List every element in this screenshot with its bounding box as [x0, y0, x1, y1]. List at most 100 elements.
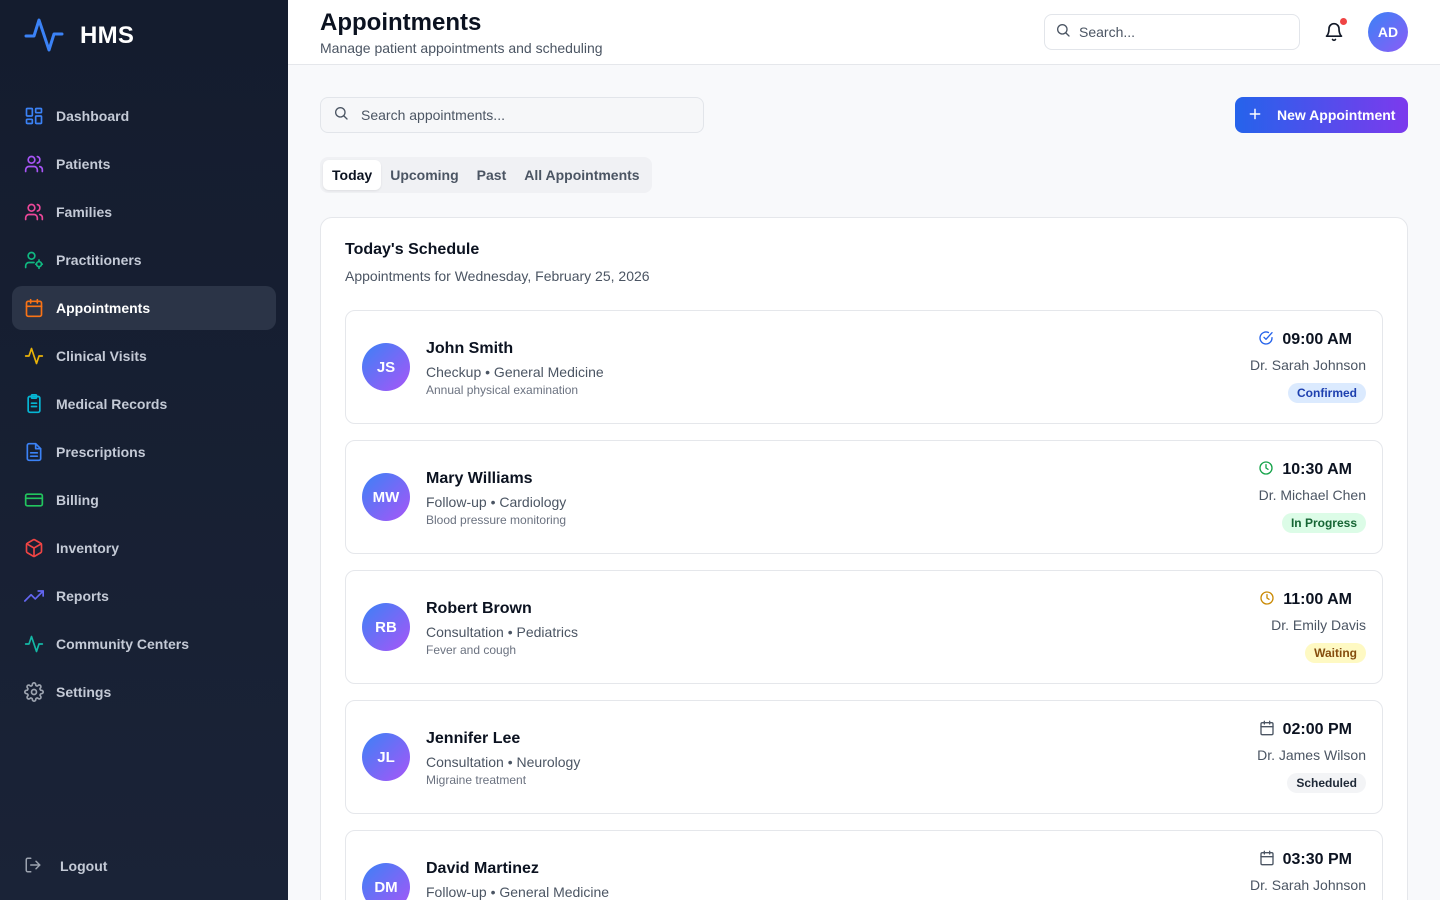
patient-name: Mary Williams: [426, 470, 533, 487]
clock-icon: [1259, 590, 1275, 611]
sidebar-item-label: Dashboard: [56, 108, 130, 124]
sidebar-item-label: Appointments: [56, 300, 151, 316]
sidebar-item-label: Settings: [56, 684, 112, 700]
appointment-type: Consultation • Neurology: [426, 754, 581, 770]
sidebar-item-label: Patients: [56, 156, 111, 172]
sidebar-item-prescriptions[interactable]: Prescriptions: [12, 430, 276, 474]
global-search[interactable]: [1044, 14, 1300, 50]
user-cog-icon: [24, 250, 44, 270]
sidebar-item-label: Practitioners: [56, 252, 142, 268]
sidebar-item-settings[interactable]: Settings: [12, 670, 276, 714]
appointment-note: Migraine treatment: [426, 773, 527, 787]
sidebar-item-reports[interactable]: Reports: [12, 574, 276, 618]
sidebar-item-billing[interactable]: Billing: [12, 478, 276, 522]
brand[interactable]: HMS: [24, 16, 134, 56]
patient-name: Jennifer Lee: [426, 730, 521, 747]
schedule-card: Today's Schedule Appointments for Wednes…: [320, 217, 1408, 900]
doctor-name: Dr. Sarah Johnson: [1250, 877, 1366, 893]
status-badge: Scheduled: [1287, 773, 1366, 793]
doctor-name: Dr. Michael Chen: [1258, 487, 1366, 503]
activity-logo-icon: [24, 14, 64, 59]
logout-button[interactable]: Logout: [24, 854, 107, 878]
sidebar-item-medical-records[interactable]: Medical Records: [12, 382, 276, 426]
plus-icon: [1247, 106, 1263, 125]
appointment-time: 03:30 PM: [1282, 851, 1352, 868]
search-icon: [1055, 22, 1071, 43]
sidebar-item-community-centers[interactable]: Community Centers: [12, 622, 276, 666]
appointment-search[interactable]: [320, 97, 704, 133]
sidebar-item-dashboard[interactable]: Dashboard: [12, 94, 276, 138]
appointment-meta: 03:30 PM Dr. Sarah Johnson: [1250, 849, 1366, 893]
sidebar-item-label: Reports: [56, 588, 109, 604]
appointment-time-row: 09:00 AM: [1258, 329, 1366, 351]
patient-avatar: JL: [362, 733, 410, 781]
appointment-card[interactable]: MW Mary Williams Follow-up • Cardiology Blo…: [345, 440, 1383, 554]
appointment-time: 09:00 AM: [1282, 331, 1352, 348]
appointment-time-row: 11:00 AM: [1259, 589, 1366, 611]
appointment-tabs: Today Upcoming Past All Appointments: [320, 157, 652, 193]
appointment-meta: 10:30 AM Dr. Michael Chen In Progress: [1258, 459, 1366, 533]
sidebar-item-label: Families: [56, 204, 113, 220]
page-subtitle: Manage patient appointments and scheduli…: [320, 40, 603, 56]
patient-name: Robert Brown: [426, 600, 532, 617]
users-icon: [24, 154, 44, 174]
tab-today[interactable]: Today: [323, 160, 382, 190]
calendar-icon: [1259, 850, 1275, 871]
appointment-note: Fever and cough: [426, 643, 517, 657]
package-icon: [24, 538, 44, 558]
appointment-card[interactable]: RB Robert Brown Consultation • Pediatrics F…: [345, 570, 1383, 684]
page-title: Appointments: [320, 9, 482, 36]
file-text-icon: [24, 442, 44, 462]
appointment-time-row: 03:30 PM: [1259, 849, 1366, 871]
appointment-card[interactable]: JS John Smith Checkup • General Medicine An…: [345, 310, 1383, 424]
patient-avatar: DM: [362, 863, 410, 900]
logout-icon: [24, 856, 42, 877]
logout-label: Logout: [60, 858, 108, 874]
appointment-type: Follow-up • General Medicine: [426, 884, 610, 900]
user-avatar[interactable]: AD: [1368, 12, 1408, 52]
appointment-time-row: 02:00 PM: [1259, 719, 1366, 741]
appointment-time-row: 10:30 AM: [1258, 459, 1366, 481]
users-icon: [24, 202, 44, 222]
appointment-meta: 11:00 AM Dr. Emily Davis Waiting: [1259, 589, 1366, 663]
sidebar-item-families[interactable]: Families: [12, 190, 276, 234]
status-badge: In Progress: [1281, 513, 1366, 533]
global-search-input[interactable]: [1079, 24, 1279, 40]
patient-name: John Smith: [426, 340, 514, 357]
appointment-note: Annual physical examination: [426, 383, 579, 397]
sidebar-item-label: Inventory: [56, 540, 120, 556]
doctor-name: Dr. Sarah Johnson: [1250, 357, 1366, 373]
status-badge: Waiting: [1305, 643, 1366, 663]
new-appointment-label: New Appointment: [1277, 107, 1396, 123]
notifications-button[interactable]: [1324, 22, 1344, 42]
appointment-time: 02:00 PM: [1282, 721, 1352, 738]
top-header: Appointments Manage patient appointments…: [288, 0, 1440, 65]
sidebar-item-inventory[interactable]: Inventory: [12, 526, 276, 570]
clipboard-icon: [24, 394, 44, 414]
sidebar-item-appointments[interactable]: Appointments: [12, 286, 276, 330]
appointment-search-input[interactable]: [361, 107, 681, 123]
check-circle-icon: [1258, 330, 1274, 351]
brand-name: HMS: [80, 22, 135, 49]
new-appointment-button[interactable]: New Appointment: [1235, 97, 1408, 133]
calendar-icon: [1259, 720, 1275, 741]
doctor-name: Dr. James Wilson: [1257, 747, 1366, 763]
tab-upcoming[interactable]: Upcoming: [381, 160, 467, 190]
activity-icon: [24, 634, 44, 654]
appointment-card[interactable]: JL Jennifer Lee Consultation • Neurology Mi…: [345, 700, 1383, 814]
sidebar-item-practitioners[interactable]: Practitioners: [12, 238, 276, 282]
credit-card-icon: [24, 490, 44, 510]
tab-all-appointments[interactable]: All Appointments: [515, 160, 648, 190]
appointment-card[interactable]: DM David Martinez Follow-up • General Medi…: [345, 830, 1383, 900]
tab-past[interactable]: Past: [468, 160, 516, 190]
sidebar-item-clinical-visits[interactable]: Clinical Visits: [12, 334, 276, 378]
appointment-type: Consultation • Pediatrics: [426, 624, 578, 640]
schedule-subtitle: Appointments for Wednesday, February 25,…: [345, 268, 650, 284]
bell-icon: [1325, 22, 1343, 42]
sidebar-item-patients[interactable]: Patients: [12, 142, 276, 186]
notification-dot: [1340, 18, 1347, 25]
patient-avatar: MW: [362, 473, 410, 521]
trending-up-icon: [24, 586, 44, 606]
sidebar-nav: Dashboard Patients Families Practitioners Ap…: [12, 94, 276, 718]
sidebar-item-label: Community Centers: [56, 636, 190, 652]
